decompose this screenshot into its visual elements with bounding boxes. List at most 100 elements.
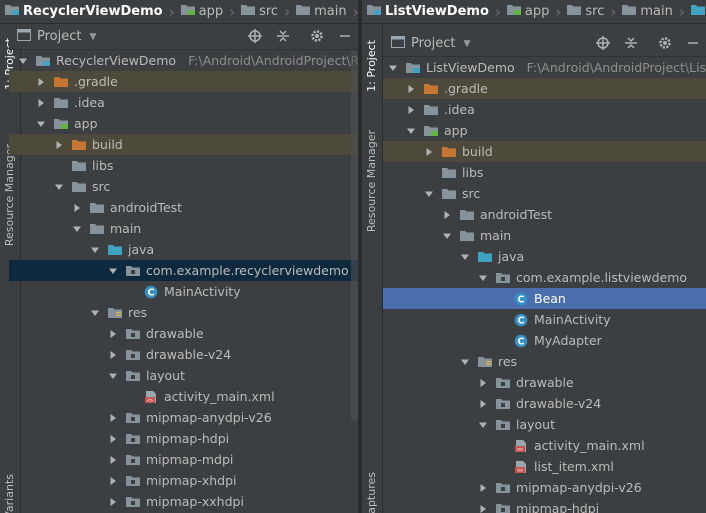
- project-view-selector[interactable]: Project: [37, 29, 81, 44]
- chevron-right-icon[interactable]: [441, 209, 453, 221]
- tree-node-activity-main-xml[interactable]: <> activity_main.xml: [9, 386, 358, 407]
- tree-node-drawable-v24[interactable]: drawable-v24: [383, 393, 706, 414]
- resource-manager-tool-tab[interactable]: Resource Manager: [365, 130, 378, 232]
- tree-node-mipmap-anydpi-v26[interactable]: mipmap-anydpi-v26: [383, 477, 706, 498]
- tree-node-build[interactable]: build: [9, 134, 358, 155]
- chevron-down-icon[interactable]: [405, 125, 417, 137]
- breadcrumb-item-src[interactable]: src: [566, 3, 604, 20]
- tree-node-activity-main-xml[interactable]: <> activity_main.xml: [383, 435, 706, 456]
- tree-node-main[interactable]: main: [383, 225, 706, 246]
- chevron-right-icon[interactable]: [35, 97, 47, 109]
- chevron-down-icon[interactable]: [423, 188, 435, 200]
- tree-node-src[interactable]: src: [383, 183, 706, 204]
- tree-node-res[interactable]: res: [9, 302, 358, 323]
- chevron-right-icon[interactable]: [107, 454, 119, 466]
- tree-node-app[interactable]: app: [383, 120, 706, 141]
- breadcrumb-item-recyclerviewdemo[interactable]: RecyclerViewDemo: [4, 3, 163, 20]
- chevron-down-icon[interactable]: [459, 356, 471, 368]
- chevron-down-icon[interactable]: [387, 62, 399, 74]
- tree-node-listviewdemo[interactable]: ListViewDemo F:\Android\AndroidProject\Li…: [383, 57, 706, 78]
- tree-node-mainactivity[interactable]: C MainActivity: [383, 309, 706, 330]
- chevron-right-icon[interactable]: [477, 503, 489, 513]
- tree-node-mipmap-anydpi-v26[interactable]: mipmap-anydpi-v26: [9, 407, 358, 428]
- vertical-scrollbar[interactable]: [351, 51, 358, 421]
- chevron-down-icon[interactable]: [107, 265, 119, 277]
- chevron-right-icon[interactable]: [107, 433, 119, 445]
- tree-node-idea[interactable]: .idea: [9, 92, 358, 113]
- chevron-down-icon[interactable]: [459, 251, 471, 263]
- chevron-right-icon[interactable]: [423, 146, 435, 158]
- minimize-icon[interactable]: [338, 29, 352, 43]
- chevron-down-icon[interactable]: [89, 244, 101, 256]
- chevron-down-icon[interactable]: [89, 307, 101, 319]
- tree-node-drawable[interactable]: drawable: [9, 323, 358, 344]
- chevron-right-icon[interactable]: [477, 398, 489, 410]
- project-view-selector[interactable]: Project: [411, 36, 455, 51]
- chevron-down-icon[interactable]: [107, 370, 119, 382]
- tree-node-myadapter[interactable]: C MyAdapter: [383, 330, 706, 351]
- chevron-down-icon[interactable]: ▼: [463, 39, 470, 49]
- chevron-right-icon[interactable]: [35, 76, 47, 88]
- project-tool-tab[interactable]: 1: Project: [365, 40, 378, 92]
- chevron-down-icon[interactable]: [71, 223, 83, 235]
- tree-node-libs[interactable]: libs: [383, 162, 706, 183]
- tree-node-res[interactable]: res: [383, 351, 706, 372]
- tree-node-mipmap-hdpi[interactable]: mipmap-hdpi: [383, 498, 706, 513]
- tree-node-com-example-listviewdemo[interactable]: com.example.listviewdemo: [383, 267, 706, 288]
- gear-icon[interactable]: [658, 36, 672, 50]
- tree-node-mainactivity[interactable]: C MainActivity: [9, 281, 358, 302]
- breadcrumb-item-src[interactable]: src: [240, 3, 278, 20]
- breadcrumb-item-app[interactable]: app: [506, 3, 549, 20]
- tree-node-com-example-recyclerviewdemo[interactable]: com.example.recyclerviewdemo: [9, 260, 358, 281]
- tree-node-java[interactable]: java: [383, 246, 706, 267]
- tree-node-build[interactable]: build: [383, 141, 706, 162]
- chevron-right-icon[interactable]: [405, 104, 417, 116]
- breadcrumb-item-main[interactable]: main: [295, 3, 347, 20]
- tree-node-mipmap-xhdpi[interactable]: mipmap-xhdpi: [9, 470, 358, 491]
- tree-node-libs[interactable]: libs: [9, 155, 358, 176]
- tree-node-gradle[interactable]: .gradle: [9, 71, 358, 92]
- tree-node-mipmap-xxhdpi[interactable]: mipmap-xxhdpi: [9, 491, 358, 512]
- tree-node-idea[interactable]: .idea: [383, 99, 706, 120]
- chevron-down-icon[interactable]: [441, 230, 453, 242]
- breadcrumb-item-java[interactable]: java: [690, 3, 706, 20]
- chevron-right-icon[interactable]: [107, 412, 119, 424]
- tree-node-androidtest[interactable]: androidTest: [9, 197, 358, 218]
- gear-icon[interactable]: [310, 29, 324, 43]
- captures-tool-tab[interactable]: Captures: [365, 472, 378, 513]
- tree-node-list-item-xml[interactable]: <> list_item.xml: [383, 456, 706, 477]
- chevron-down-icon[interactable]: ▼: [89, 32, 96, 42]
- chevron-right-icon[interactable]: [477, 482, 489, 494]
- chevron-down-icon[interactable]: [477, 419, 489, 431]
- tree-node-main[interactable]: main: [9, 218, 358, 239]
- chevron-right-icon[interactable]: [477, 377, 489, 389]
- locate-target-icon[interactable]: [596, 36, 610, 50]
- breadcrumb-item-listviewdemo[interactable]: ListViewDemo: [366, 3, 489, 20]
- collapse-all-icon[interactable]: [276, 29, 290, 43]
- chevron-down-icon[interactable]: [17, 55, 29, 67]
- chevron-down-icon[interactable]: [35, 118, 47, 130]
- collapse-all-icon[interactable]: [624, 36, 638, 50]
- tree-node-drawable[interactable]: drawable: [383, 372, 706, 393]
- locate-target-icon[interactable]: [248, 29, 262, 43]
- tree-node-layout[interactable]: layout: [9, 365, 358, 386]
- chevron-down-icon[interactable]: [53, 181, 65, 193]
- tree-node-recyclerviewdemo[interactable]: RecyclerViewDemo F:\Android\AndroidProjec…: [9, 50, 358, 71]
- minimize-icon[interactable]: [686, 36, 700, 50]
- tree-node-layout[interactable]: layout: [383, 414, 706, 435]
- chevron-down-icon[interactable]: [477, 272, 489, 284]
- chevron-right-icon[interactable]: [107, 496, 119, 508]
- tree-node-drawable-v24[interactable]: drawable-v24: [9, 344, 358, 365]
- chevron-right-icon[interactable]: [71, 202, 83, 214]
- tree-node-bean[interactable]: C Bean: [383, 288, 706, 309]
- chevron-right-icon[interactable]: [405, 83, 417, 95]
- tree-node-src[interactable]: src: [9, 176, 358, 197]
- tree-node-mipmap-hdpi[interactable]: mipmap-hdpi: [9, 428, 358, 449]
- tree-node-app[interactable]: app: [9, 113, 358, 134]
- chevron-right-icon[interactable]: [53, 139, 65, 151]
- breadcrumb-item-app[interactable]: app: [180, 3, 223, 20]
- breadcrumb-item-main[interactable]: main: [621, 3, 673, 20]
- tree-node-java[interactable]: java: [9, 239, 358, 260]
- chevron-right-icon[interactable]: [107, 328, 119, 340]
- tree-node-gradle[interactable]: .gradle: [383, 78, 706, 99]
